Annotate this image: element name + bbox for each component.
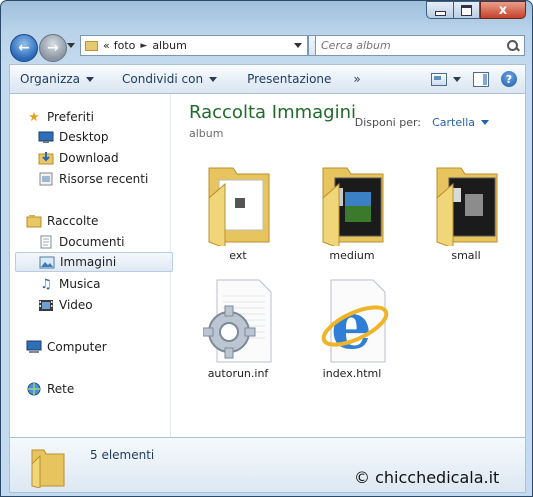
download-icon — [38, 151, 54, 165]
file-item-index-html[interactable]: e index.html — [297, 274, 407, 384]
arrow-right-icon: → — [47, 40, 59, 56]
chevron-down-icon — [86, 76, 95, 82]
music-icon: ♫ — [40, 276, 52, 292]
chevron-down-icon — [481, 120, 489, 125]
library-subtitle: album — [189, 127, 224, 140]
search-box[interactable] — [315, 35, 525, 56]
sidebar-item-label: Download — [59, 151, 119, 165]
settings-file-icon — [203, 279, 272, 363]
network-icon — [26, 382, 42, 396]
address-dropdown[interactable] — [294, 43, 302, 48]
breadcrumb-album[interactable]: album — [150, 39, 188, 52]
file-name: medium — [329, 249, 375, 262]
maximize-button[interactable] — [453, 1, 480, 19]
documents-icon — [38, 235, 54, 249]
share-with-menu[interactable]: Condividi con — [104, 65, 227, 93]
arrange-by-dropdown[interactable]: Cartella — [432, 116, 489, 129]
back-button[interactable]: ← — [10, 34, 38, 62]
sidebar-item-label: Immagini — [60, 255, 117, 269]
folder-icon — [322, 167, 384, 246]
video-icon — [38, 298, 54, 312]
more-commands-button[interactable]: » — [341, 72, 372, 86]
file-list-pane: Raccolta Immagini album Disponi per: Car… — [171, 94, 525, 437]
file-item-medium[interactable]: medium — [297, 156, 407, 266]
sidebar-item-pictures[interactable]: Immagini — [15, 252, 173, 272]
toolbar-right-group: ? — [431, 71, 525, 87]
window-controls: x — [426, 1, 526, 19]
title-bar[interactable]: x — [1, 1, 532, 31]
folder-icon — [208, 167, 270, 246]
sidebar-item-label: Risorse recenti — [59, 172, 149, 186]
sidebar-item-favorites[interactable]: ★ Preferiti — [26, 107, 184, 127]
folder-icon — [85, 40, 98, 51]
organize-label: Organizza — [20, 72, 81, 86]
sidebar-item-computer[interactable]: Computer — [26, 337, 184, 357]
breadcrumb-foto[interactable]: foto — [112, 39, 138, 52]
sidebar-item-label: Computer — [47, 340, 107, 354]
share-label: Condividi con — [122, 72, 204, 86]
desktop-icon — [38, 130, 54, 144]
file-name: autorun.inf — [207, 367, 269, 380]
file-name: small — [451, 249, 481, 262]
organize-menu[interactable]: Organizza — [10, 65, 104, 93]
folder-icon — [31, 449, 65, 488]
search-icon[interactable] — [507, 39, 520, 52]
internet-explorer-icon: e — [321, 279, 389, 364]
computer-icon — [26, 340, 42, 354]
explorer-window: x ← → « foto ► album ↻ Organizza Condivi… — [0, 0, 533, 497]
star-icon: ★ — [28, 109, 40, 125]
watermark: © chicchedicala.it — [354, 468, 500, 487]
navigation-pane: ★ Preferiti Desktop Download Risorse rec… — [10, 94, 173, 437]
recent-pages-dropdown[interactable] — [67, 43, 75, 48]
sidebar-item-label: Desktop — [59, 130, 109, 144]
file-item-small[interactable]: small — [411, 156, 521, 266]
item-count: 5 elementi — [90, 448, 155, 462]
file-name: index.html — [322, 367, 382, 380]
content-area: ★ Preferiti Desktop Download Risorse rec… — [9, 93, 526, 438]
file-name: ext — [229, 249, 247, 262]
minimize-button[interactable] — [426, 1, 453, 19]
close-button[interactable]: x — [480, 1, 526, 19]
chevron-down-icon — [209, 76, 218, 82]
folder-icon — [436, 167, 498, 246]
maximize-icon — [461, 4, 472, 16]
sidebar-item-label: Musica — [59, 277, 101, 291]
navigation-bar: ← → « foto ► album ↻ — [1, 31, 532, 62]
sidebar-item-label: Preferiti — [47, 110, 94, 124]
forward-button[interactable]: → — [39, 34, 67, 62]
libraries-icon — [26, 214, 42, 228]
chevron-right-icon[interactable]: ► — [137, 41, 150, 51]
recent-icon — [38, 172, 54, 186]
sidebar-item-label: Video — [59, 298, 93, 312]
file-item-ext[interactable]: ext — [183, 156, 293, 266]
file-item-autorun[interactable]: autorun.inf — [183, 274, 293, 384]
sidebar-item-label: Documenti — [59, 235, 125, 249]
library-title: Raccolta Immagini — [189, 102, 357, 123]
slideshow-label: Presentazione — [247, 72, 332, 86]
search-input[interactable] — [316, 38, 503, 53]
sidebar-item-network[interactable]: Rete — [26, 379, 184, 399]
sidebar-item-libraries[interactable]: Raccolte — [26, 211, 184, 231]
minimize-icon — [434, 10, 446, 16]
svg-text:e: e — [331, 289, 372, 364]
preview-pane-icon[interactable] — [473, 71, 489, 87]
views-dropdown-icon[interactable] — [453, 76, 461, 82]
help-icon[interactable]: ? — [501, 71, 517, 87]
address-bar[interactable]: « foto ► album — [80, 35, 308, 56]
slideshow-button[interactable]: Presentazione — [227, 65, 341, 93]
command-bar: Organizza Condividi con Presentazione » … — [9, 64, 526, 93]
arrange-by-label: Disponi per: — [354, 116, 421, 129]
pictures-icon — [39, 255, 55, 269]
sidebar-item-label: Raccolte — [47, 214, 99, 228]
arrow-left-icon: ← — [18, 40, 30, 56]
close-icon: x — [498, 2, 508, 18]
sidebar-item-label: Rete — [47, 382, 75, 396]
arrange-by-value: Cartella — [432, 116, 475, 129]
breadcrumb-overflow[interactable]: « — [101, 39, 112, 52]
views-icon[interactable] — [431, 72, 447, 86]
